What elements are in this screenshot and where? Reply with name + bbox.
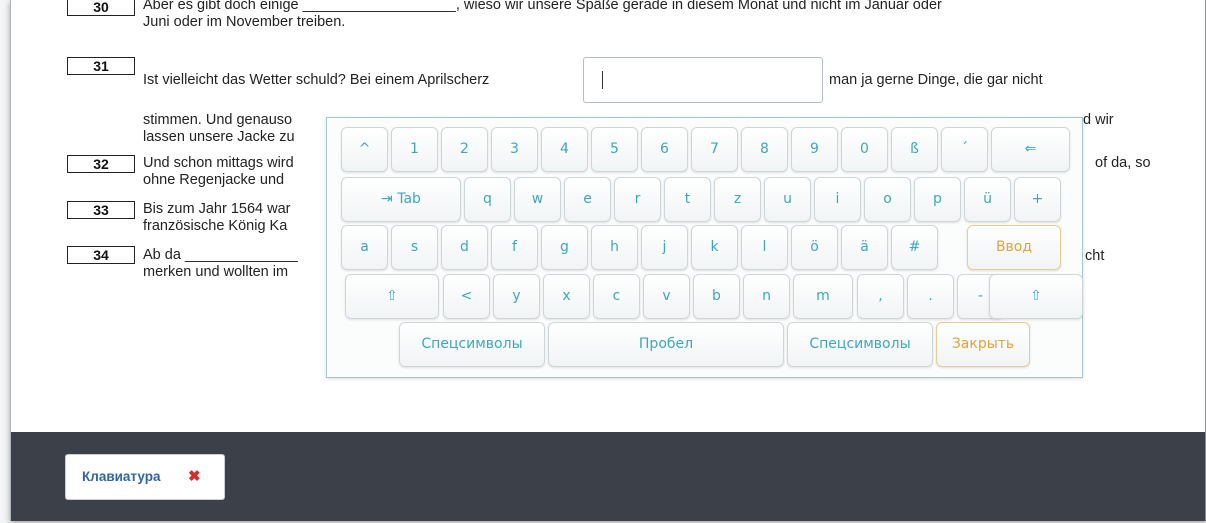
key-1[interactable]: 1 xyxy=(391,127,438,172)
key-6[interactable]: 6 xyxy=(641,127,688,172)
key-v[interactable]: v xyxy=(643,274,690,319)
key-c[interactable]: c xyxy=(593,274,640,319)
key-a[interactable]: a xyxy=(341,225,388,270)
key-u[interactable]: u xyxy=(764,177,811,222)
question-number-32: 32 xyxy=(67,155,135,173)
key-7[interactable]: 7 xyxy=(691,127,738,172)
key-plus[interactable]: + xyxy=(1014,177,1061,222)
key-y[interactable]: y xyxy=(493,274,540,319)
key-m[interactable]: m xyxy=(793,274,853,319)
keyboard-row-4: ⇧ < y x c v b n m , . - ⇧ xyxy=(327,274,1083,320)
exercise-content: 30 Aber es gibt doch einige ____________… xyxy=(11,0,1205,432)
key-e[interactable]: e xyxy=(564,177,611,222)
key-shift-left[interactable]: ⇧ xyxy=(345,274,439,319)
key-5[interactable]: 5 xyxy=(591,127,638,172)
question-number-31: 31 xyxy=(67,57,135,75)
question-33-line-1: Bis zum Jahr 1564 war xyxy=(143,201,291,217)
key-k[interactable]: k xyxy=(691,225,738,270)
key-period[interactable]: . xyxy=(907,274,954,319)
key-q[interactable]: q xyxy=(464,177,511,222)
key-tab[interactable]: ⇥ Tab xyxy=(341,177,461,222)
question-34-tail: cht xyxy=(1085,248,1105,264)
key-a-umlaut[interactable]: ä xyxy=(841,225,888,270)
key-0[interactable]: 0 xyxy=(841,127,888,172)
question-33-line-2: französische König Ka xyxy=(143,218,288,234)
answer-input-31[interactable] xyxy=(583,57,823,103)
key-x[interactable]: x xyxy=(543,274,590,319)
app-window: 30 Aber es gibt doch einige ____________… xyxy=(10,0,1206,521)
question-32-line-1: Und schon mittags wird xyxy=(143,155,294,171)
question-32-line-2: ohne Regenjacke und xyxy=(143,172,285,188)
question-32-tail: of da, so xyxy=(1095,155,1151,171)
question-number-33: 33 xyxy=(67,201,135,219)
key-close-keyboard[interactable]: Закрыть xyxy=(936,322,1030,367)
key-f[interactable]: f xyxy=(491,225,538,270)
question-30-line-1: Aber es gibt doch einige _______________… xyxy=(143,0,942,13)
key-9[interactable]: 9 xyxy=(791,127,838,172)
key-enter[interactable]: Ввод xyxy=(967,225,1061,270)
key-shift-right[interactable]: ⇧ xyxy=(989,274,1083,319)
key-h[interactable]: h xyxy=(591,225,638,270)
question-31-cont-tail: d wir xyxy=(1083,112,1114,128)
key-special-chars-right[interactable]: Спецсимволы xyxy=(787,322,933,367)
text-caret xyxy=(602,71,603,89)
key-8[interactable]: 8 xyxy=(741,127,788,172)
keyboard-row-5: Спецсимволы Пробел Спецсимволы Закрыть xyxy=(327,322,1082,368)
keyboard-toggle-button[interactable]: Клавиатура ✖ xyxy=(65,454,225,500)
key-o-umlaut[interactable]: ö xyxy=(791,225,838,270)
key-w[interactable]: w xyxy=(514,177,561,222)
question-31-cont-2: lassen unsere Jacke zu xyxy=(143,129,295,145)
key-t[interactable]: t xyxy=(664,177,711,222)
key-2[interactable]: 2 xyxy=(441,127,488,172)
key-l[interactable]: l xyxy=(741,225,788,270)
key-i[interactable]: i xyxy=(814,177,861,222)
key-p[interactable]: p xyxy=(914,177,961,222)
question-30-line-2: Juni oder im November treiben. xyxy=(143,14,346,30)
question-number-30: 30 xyxy=(67,0,135,16)
key-o[interactable]: o xyxy=(864,177,911,222)
key-acute[interactable]: ´ xyxy=(941,127,988,172)
key-comma[interactable]: , xyxy=(857,274,904,319)
key-3[interactable]: 3 xyxy=(491,127,538,172)
key-j[interactable]: j xyxy=(641,225,688,270)
question-31-line-b: man ja gerne Dinge, die gar nicht xyxy=(829,72,1043,88)
key-4[interactable]: 4 xyxy=(541,127,588,172)
key-d[interactable]: d xyxy=(441,225,488,270)
keyboard-row-2: ⇥ Tab q w e r t z u i o p ü + xyxy=(327,177,1082,223)
key-s[interactable]: s xyxy=(391,225,438,270)
key-n[interactable]: n xyxy=(743,274,790,319)
key-backspace[interactable]: ⇐ xyxy=(991,127,1070,172)
key-r[interactable]: r xyxy=(614,177,661,222)
virtual-keyboard: ^ 1 2 3 4 5 6 7 8 9 0 ß ´ ⇐ ⇥ Tab q w e xyxy=(326,117,1083,378)
key-hash[interactable]: # xyxy=(891,225,938,270)
keyboard-toggle-label: Клавиатура xyxy=(82,469,161,484)
question-34-line-1: Ab da ______________ xyxy=(143,247,298,263)
footer-bar: Клавиатура ✖ xyxy=(11,432,1205,521)
key-caret[interactable]: ^ xyxy=(341,127,388,172)
keyboard-row-1: ^ 1 2 3 4 5 6 7 8 9 0 ß ´ ⇐ xyxy=(327,127,1082,173)
question-34-line-2: merken und wollten im xyxy=(143,264,289,280)
key-b[interactable]: b xyxy=(693,274,740,319)
key-less-than[interactable]: < xyxy=(443,274,490,319)
key-g[interactable]: g xyxy=(541,225,588,270)
key-space[interactable]: Пробел xyxy=(548,322,784,367)
key-eszett[interactable]: ß xyxy=(891,127,938,172)
close-icon[interactable]: ✖ xyxy=(188,455,201,499)
keyboard-row-3: a s d f g h j k l ö ä # Ввод xyxy=(327,225,1082,271)
question-31-line-a: Ist vielleicht das Wetter schuld? Bei ei… xyxy=(143,72,490,88)
key-special-chars-left[interactable]: Спецсимволы xyxy=(399,322,545,367)
question-number-34: 34 xyxy=(67,246,135,264)
question-31-cont-1: stimmen. Und genauso xyxy=(143,112,293,128)
key-u-umlaut[interactable]: ü xyxy=(964,177,1011,222)
key-z[interactable]: z xyxy=(714,177,761,222)
